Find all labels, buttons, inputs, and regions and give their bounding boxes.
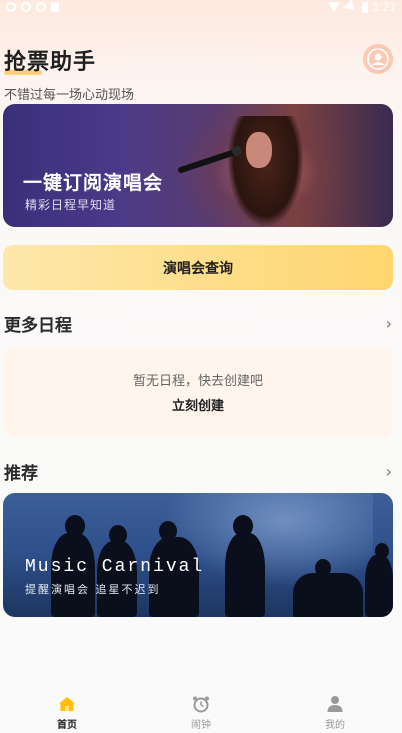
- status-bar: 1:27: [0, 0, 402, 15]
- recommend-banner-subtitle: 提醒演唱会 追星不迟到: [25, 583, 161, 596]
- recommend-section-title: 推荐: [4, 464, 38, 484]
- notification-icon: [36, 2, 46, 12]
- person-icon: [325, 695, 345, 713]
- create-schedule-link[interactable]: 立刻创建: [172, 395, 224, 414]
- person-icon: [367, 48, 389, 70]
- tab-home-label: 首页: [57, 720, 77, 731]
- band-silhouette: [365, 555, 393, 617]
- band-silhouette: [97, 541, 137, 617]
- tab-home[interactable]: 首页: [27, 695, 107, 731]
- avatar-button[interactable]: [363, 44, 393, 74]
- notification-icon: [6, 2, 16, 12]
- status-time: 1:27: [372, 0, 396, 14]
- status-bar-notifications: [6, 2, 59, 12]
- alarm-clock-icon: [191, 695, 211, 713]
- page-subtitle: 不错过每一场心动现场: [4, 88, 135, 103]
- drum-kit-silhouette: [293, 573, 363, 617]
- tab-alarm-label: 闹钟: [191, 720, 211, 731]
- page-title: 抢票助手: [4, 44, 134, 76]
- banner-subtitle: 精彩日程早知道: [25, 198, 117, 212]
- chevron-right-icon[interactable]: ›: [386, 462, 394, 481]
- band-silhouette: [225, 533, 265, 617]
- battery-icon: [361, 1, 368, 13]
- home-icon: [57, 695, 77, 713]
- subscribe-banner[interactable]: 一键订阅演唱会 精彩日程早知道: [3, 104, 393, 227]
- schedule-section-header[interactable]: 更多日程 ›: [4, 311, 394, 336]
- concert-query-button[interactable]: 演唱会查询: [3, 245, 393, 290]
- recommend-banner-title: Music Carnival: [25, 557, 205, 577]
- empty-schedule-text: 暂无日程，快去创建吧: [132, 374, 263, 389]
- tab-profile-label: 我的: [325, 720, 345, 731]
- schedule-empty-card: 暂无日程，快去创建吧 立刻创建: [4, 347, 392, 437]
- bottom-tab-bar: 首页 闹钟 我的: [0, 683, 402, 733]
- tab-alarm[interactable]: 闹钟: [161, 695, 241, 731]
- notification-icon: [21, 2, 31, 12]
- banner-title: 一键订阅演唱会: [23, 172, 164, 194]
- schedule-section-title: 更多日程: [4, 316, 72, 336]
- status-bar-system: 1:27: [327, 0, 396, 15]
- chevron-right-icon[interactable]: ›: [386, 314, 394, 333]
- wifi-icon: [327, 2, 340, 12]
- notification-icon: [51, 2, 59, 12]
- tab-profile[interactable]: 我的: [295, 695, 375, 731]
- signal-icon: [342, 0, 359, 15]
- band-silhouette: [149, 537, 199, 617]
- recommend-section-header[interactable]: 推荐 ›: [4, 459, 394, 484]
- page-header: 抢票助手 不错过每一场心动现场: [4, 44, 134, 103]
- recommend-banner[interactable]: Music Carnival 提醒演唱会 追星不迟到: [3, 493, 393, 617]
